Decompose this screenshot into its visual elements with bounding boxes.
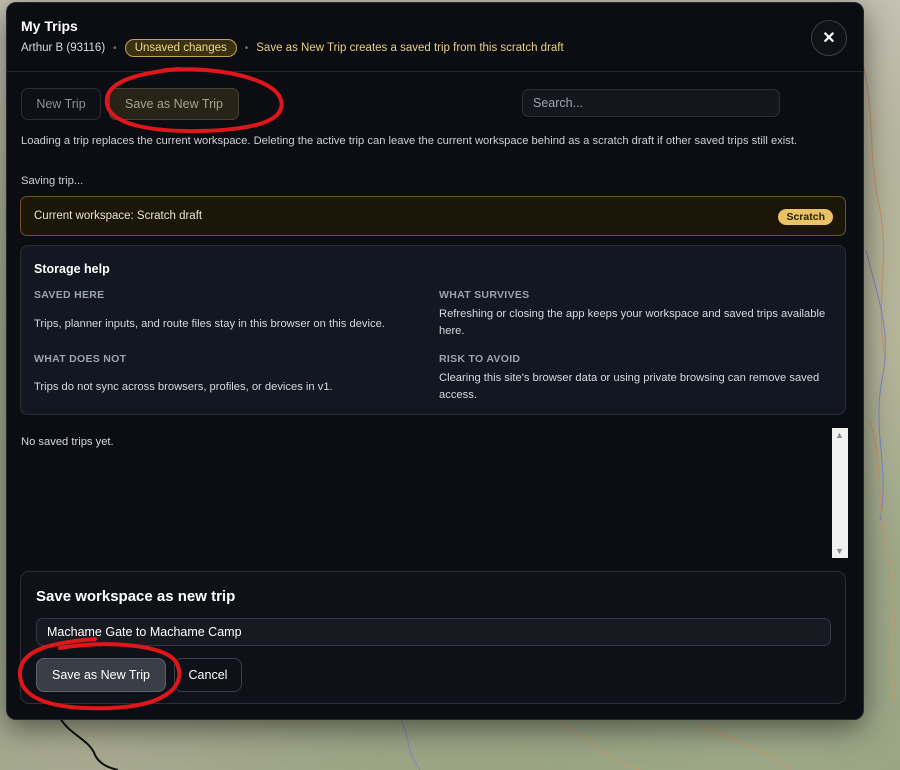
my-trips-modal: My Trips Arthur B (93116) • Unsaved chan… [6, 2, 864, 720]
search-input[interactable] [522, 89, 780, 117]
close-icon: ✕ [822, 30, 836, 47]
new-trip-button[interactable]: New Trip [21, 88, 101, 120]
trip-name-input[interactable] [36, 618, 831, 646]
scroll-up-icon[interactable]: ▲ [835, 430, 844, 440]
saved-here-heading: SAVED HERE [34, 289, 105, 301]
modal-header: My Trips Arthur B (93116) • Unsaved chan… [7, 3, 863, 72]
current-workspace-label: Current workspace: Scratch draft [34, 210, 203, 222]
what-does-not-heading: WHAT DOES NOT [34, 353, 127, 365]
unsaved-changes-badge: Unsaved changes [124, 39, 237, 57]
what-does-not-body: Trips do not sync across browsers, profi… [34, 381, 333, 393]
saved-here-body: Trips, planner inputs, and route files s… [34, 318, 385, 330]
header-subrow: Arthur B (93116) • Unsaved changes • Sav… [21, 39, 564, 57]
saving-status: Saving trip... [21, 175, 84, 187]
what-survives-body: Refreshing or closing the app keeps your… [439, 308, 826, 337]
save-hint: Save as New Trip creates a saved trip fr… [256, 42, 564, 54]
empty-list-text: No saved trips yet. [21, 436, 114, 448]
what-survives-heading: WHAT SURVIVES [439, 289, 530, 301]
scroll-down-icon[interactable]: ▼ [835, 546, 844, 556]
save-as-new-trip-button[interactable]: Save as New Trip [36, 658, 166, 692]
modal-title: My Trips [21, 18, 78, 34]
save-new-trip-panel: Save workspace as new trip Save as New T… [20, 571, 846, 704]
storage-help-title: Storage help [34, 262, 110, 276]
risk-to-avoid-heading: RISK TO AVOID [439, 353, 521, 365]
user-label: Arthur B (93116) [21, 42, 106, 54]
close-button[interactable]: ✕ [811, 20, 847, 56]
saved-trips-list: No saved trips yet. ▲ ▼ [20, 428, 850, 560]
save-panel-title: Save workspace as new trip [36, 588, 236, 605]
separator-dot: • [244, 42, 249, 54]
risk-to-avoid-body: Clearing this site's browser data or usi… [439, 372, 820, 401]
scratch-badge: Scratch [778, 209, 833, 225]
separator-dot: • [113, 42, 117, 54]
cancel-button[interactable]: Cancel [174, 658, 242, 692]
save-as-new-trip-toolbar-button[interactable]: Save as New Trip [109, 88, 239, 120]
list-scrollbar[interactable]: ▲ ▼ [832, 428, 848, 558]
current-workspace-bar: Current workspace: Scratch draft Scratch [20, 196, 846, 236]
workspace-info-text: Loading a trip replaces the current work… [21, 135, 798, 147]
storage-help-panel: Storage help SAVED HERE Trips, planner i… [20, 245, 846, 415]
